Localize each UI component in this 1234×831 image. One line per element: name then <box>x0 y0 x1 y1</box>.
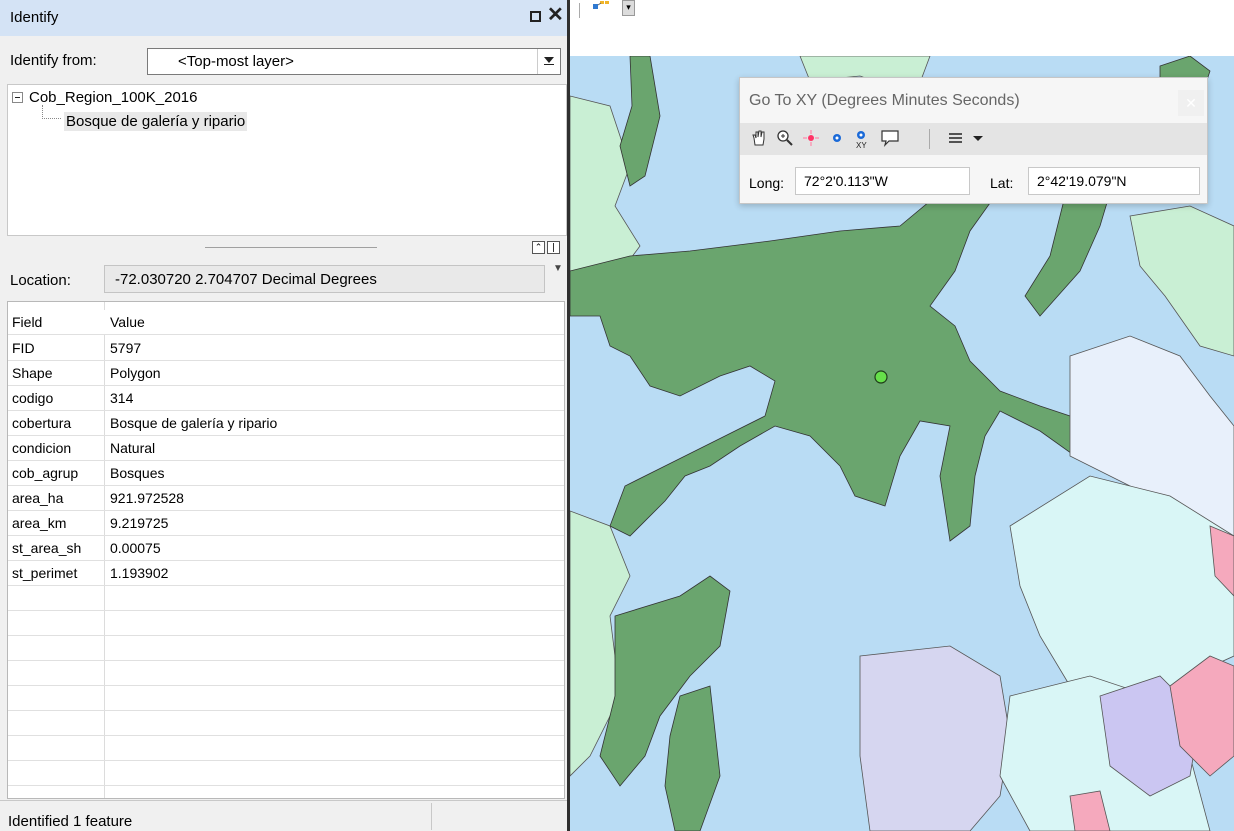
add-point-icon[interactable] <box>828 129 848 149</box>
table-row[interactable]: st_perimet 1.193902 <box>8 561 564 586</box>
split-view-icon[interactable] <box>547 241 560 254</box>
svg-text:XY: XY <box>856 141 867 149</box>
row-field: area_ha <box>12 490 64 506</box>
table-row[interactable]: FID 5797 <box>8 336 564 361</box>
pan-icon[interactable] <box>750 129 770 149</box>
table-row[interactable]: area_ha 921.972528 <box>8 486 564 511</box>
table-row[interactable]: cob_agrup Bosques <box>8 461 564 486</box>
row-field: cob_agrup <box>12 465 79 481</box>
expand-up-icon[interactable]: ⌃ <box>532 241 545 254</box>
row-field: FID <box>12 340 35 356</box>
status-bar: Identified 1 feature <box>0 800 569 831</box>
row-field: cobertura <box>12 415 72 431</box>
location-units-dropdown-icon[interactable]: ▼ <box>553 263 563 274</box>
row-value: 921.972528 <box>110 490 184 506</box>
table-header: Field Value <box>8 310 564 335</box>
row-field: st_perimet <box>12 565 78 581</box>
table-row[interactable]: codigo 314 <box>8 386 564 411</box>
identify-panel: Identify ✕ Identify from: <Top-most laye… <box>0 0 569 831</box>
close-icon[interactable]: ✕ <box>1178 90 1204 116</box>
close-icon[interactable]: ✕ <box>547 5 564 25</box>
units-menu-icon[interactable] <box>947 129 967 149</box>
flash-icon[interactable] <box>802 129 822 149</box>
header-field: Field <box>12 314 43 330</box>
header-value: Value <box>110 314 145 330</box>
goto-xy-toolbar: XY <box>740 123 1207 155</box>
tree-layer-node[interactable]: Cob_Region_100K_2016 <box>29 89 197 106</box>
tree-connector-line <box>42 105 61 119</box>
empty-row <box>8 736 564 761</box>
empty-row <box>8 636 564 661</box>
empty-row <box>8 586 564 611</box>
add-labeled-point-icon[interactable]: XY <box>853 129 873 150</box>
map-toolbar: ▾ <box>570 0 1234 56</box>
dropdown-icon[interactable] <box>971 129 991 149</box>
row-field: codigo <box>12 390 54 406</box>
panel-title: Identify <box>10 9 59 26</box>
location-value: -72.030720 2.704707 Decimal Degrees <box>115 271 377 288</box>
latitude-label: Lat: <box>990 175 1014 191</box>
empty-row <box>8 761 564 786</box>
longitude-label: Long: <box>749 175 785 191</box>
add-callout-icon[interactable] <box>880 129 900 149</box>
row-value: 1.193902 <box>110 565 169 581</box>
identified-point-marker <box>874 370 888 384</box>
attributes-table: Field Value FID 5797 Shape Polygon codig… <box>7 301 565 799</box>
tree-collapse-icon[interactable] <box>12 92 23 103</box>
identify-from-dropdown[interactable]: <Top-most layer> <box>147 48 561 75</box>
panel-titlebar[interactable]: Identify ✕ <box>0 0 569 36</box>
zoom-icon[interactable] <box>776 129 796 149</box>
empty-row <box>8 686 564 711</box>
restore-window-icon[interactable] <box>530 11 541 22</box>
row-field: area_km <box>12 515 67 531</box>
chevron-down-icon[interactable] <box>537 49 560 74</box>
status-divider <box>431 803 432 830</box>
goto-xy-title: Go To XY (Degrees Minutes Seconds) <box>749 92 1020 109</box>
map-polygon-forest <box>619 56 661 187</box>
row-value: 0.00075 <box>110 540 161 556</box>
location-field[interactable]: -72.030720 2.704707 Decimal Degrees <box>104 265 545 293</box>
splitter-grip[interactable] <box>205 247 377 248</box>
row-field: condicion <box>12 440 72 456</box>
table-row[interactable]: cobertura Bosque de galería y ripario <box>8 411 564 436</box>
toolbar-separator <box>929 129 930 149</box>
table-row[interactable]: Shape Polygon <box>8 361 564 386</box>
row-value: Polygon <box>110 365 161 381</box>
row-field: Shape <box>12 365 53 381</box>
empty-row <box>8 661 564 686</box>
table-row[interactable]: st_area_sh 0.00075 <box>8 536 564 561</box>
toolbar-separator <box>579 3 580 18</box>
map-polygon-lavender <box>859 645 1011 831</box>
row-value: Natural <box>110 440 156 456</box>
row-value: Bosques <box>110 465 165 481</box>
table-row[interactable]: area_km 9.219725 <box>8 511 564 536</box>
goto-xy-window: Go To XY (Degrees Minutes Seconds) ✕ XY … <box>739 77 1208 204</box>
row-value: 5797 <box>110 340 142 356</box>
map-polygon-forest <box>570 150 1091 542</box>
empty-row <box>8 611 564 636</box>
row-value: 314 <box>110 390 134 406</box>
identify-from-label: Identify from: <box>10 52 97 69</box>
location-label: Location: <box>10 272 71 289</box>
table-row[interactable]: condicion Natural <box>8 436 564 461</box>
status-text: Identified 1 feature <box>8 813 133 830</box>
layout-tool-icon[interactable] <box>592 0 612 17</box>
empty-row <box>8 711 564 736</box>
map-polygon-light-green <box>1129 205 1234 357</box>
identify-tree: Cob_Region_100K_2016 Bosque de galería y… <box>7 84 567 236</box>
panel-splitter[interactable]: ⌃ <box>0 237 569 259</box>
latitude-input[interactable] <box>1028 167 1200 195</box>
longitude-input[interactable] <box>795 167 970 195</box>
toolbar-dropdown-icon[interactable]: ▾ <box>622 0 635 16</box>
tree-feature-node[interactable]: Bosque de galería y ripario <box>64 112 248 131</box>
identify-from-value: <Top-most layer> <box>178 53 294 70</box>
row-value: 9.219725 <box>110 515 169 531</box>
row-field: st_area_sh <box>12 540 82 556</box>
row-value: Bosque de galería y ripario <box>110 415 278 431</box>
map-polygon-forest <box>664 685 721 831</box>
